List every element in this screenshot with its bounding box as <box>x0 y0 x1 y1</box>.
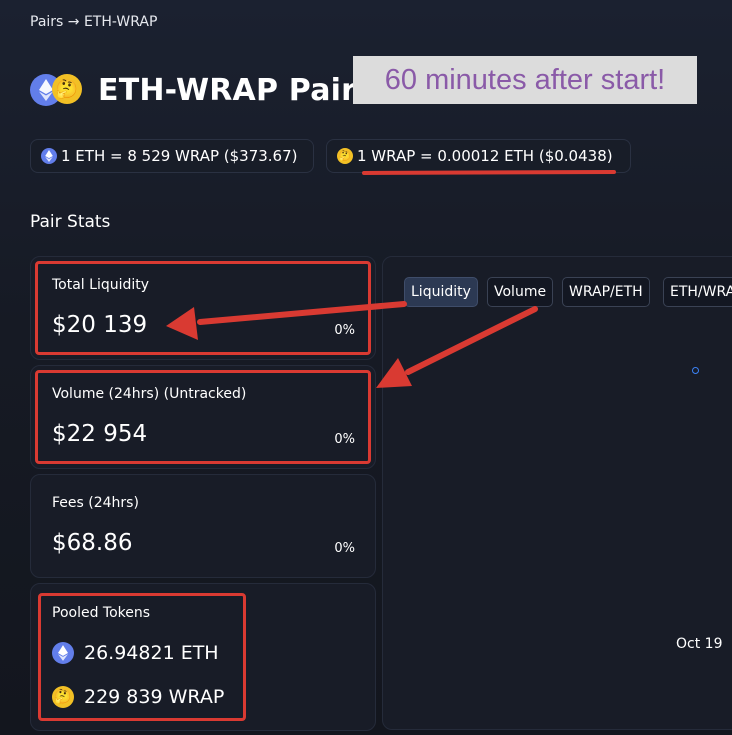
eth-price-pill[interactable]: 1 ETH = 8 529 WRAP ($373.67) <box>30 139 314 173</box>
tab-volume[interactable]: Volume <box>487 277 554 307</box>
fees-value: $68.86 <box>52 530 133 556</box>
page-header: 🤔 ETH-WRAP Pair <box>30 72 356 108</box>
fees-label: Fees (24hrs) <box>52 495 139 511</box>
tab-wrap-eth[interactable]: WRAP/ETH <box>562 277 650 307</box>
pooled-tokens-label: Pooled Tokens <box>52 605 151 621</box>
chart-data-point[interactable] <box>692 367 699 374</box>
tab-eth-wrap[interactable]: ETH/WRAP <box>663 277 732 307</box>
chart-panel <box>382 256 732 730</box>
wrap-price-pill[interactable]: 🤔 1 WRAP = 0.00012 ETH ($0.0438) <box>326 139 631 173</box>
fees-change: 0% <box>334 541 355 556</box>
section-title: Pair Stats <box>30 212 111 232</box>
fees-card: Fees (24hrs) $68.86 0% <box>30 474 376 578</box>
tab-liquidity[interactable]: Liquidity <box>404 277 478 307</box>
pooled-eth-row[interactable]: 26.94821 ETH <box>52 642 219 664</box>
pair-logo: 🤔 <box>30 72 88 108</box>
breadcrumb[interactable]: Pairs → ETH-WRAP <box>30 14 157 30</box>
total-liquidity-value: $20 139 <box>52 312 148 338</box>
volume-value: $22 954 <box>52 421 148 447</box>
pooled-eth-amount: 26.94821 ETH <box>84 642 219 664</box>
volume-change: 0% <box>334 432 355 447</box>
total-liquidity-label: Total Liquidity <box>52 277 150 293</box>
annotation-note: 60 minutes after start! <box>353 56 697 104</box>
pooled-tokens-card: Pooled Tokens 26.94821 ETH 🤔 229 839 WRA… <box>30 583 376 731</box>
thinking-face-emoji-icon: 🤔 <box>337 148 353 164</box>
pooled-wrap-amount: 229 839 WRAP <box>84 686 225 708</box>
eth-price-text: 1 ETH = 8 529 WRAP ($373.67) <box>61 147 298 165</box>
page-title: ETH-WRAP Pair <box>98 72 357 108</box>
chart-x-tick-label: Oct 19 <box>676 636 723 652</box>
volume-label: Volume (24hrs) (Untracked) <box>52 386 247 402</box>
thinking-face-emoji-icon: 🤔 <box>52 74 82 104</box>
pooled-wrap-row[interactable]: 🤔 229 839 WRAP <box>52 686 224 708</box>
volume-card: Volume (24hrs) (Untracked) $22 954 0% <box>30 365 376 469</box>
ethereum-icon <box>52 642 74 664</box>
total-liquidity-change: 0% <box>334 323 355 338</box>
total-liquidity-card: Total Liquidity $20 139 0% <box>30 256 376 360</box>
thinking-face-emoji-icon: 🤔 <box>52 686 74 708</box>
wrap-price-text: 1 WRAP = 0.00012 ETH ($0.0438) <box>357 147 613 165</box>
ethereum-icon <box>41 148 57 164</box>
